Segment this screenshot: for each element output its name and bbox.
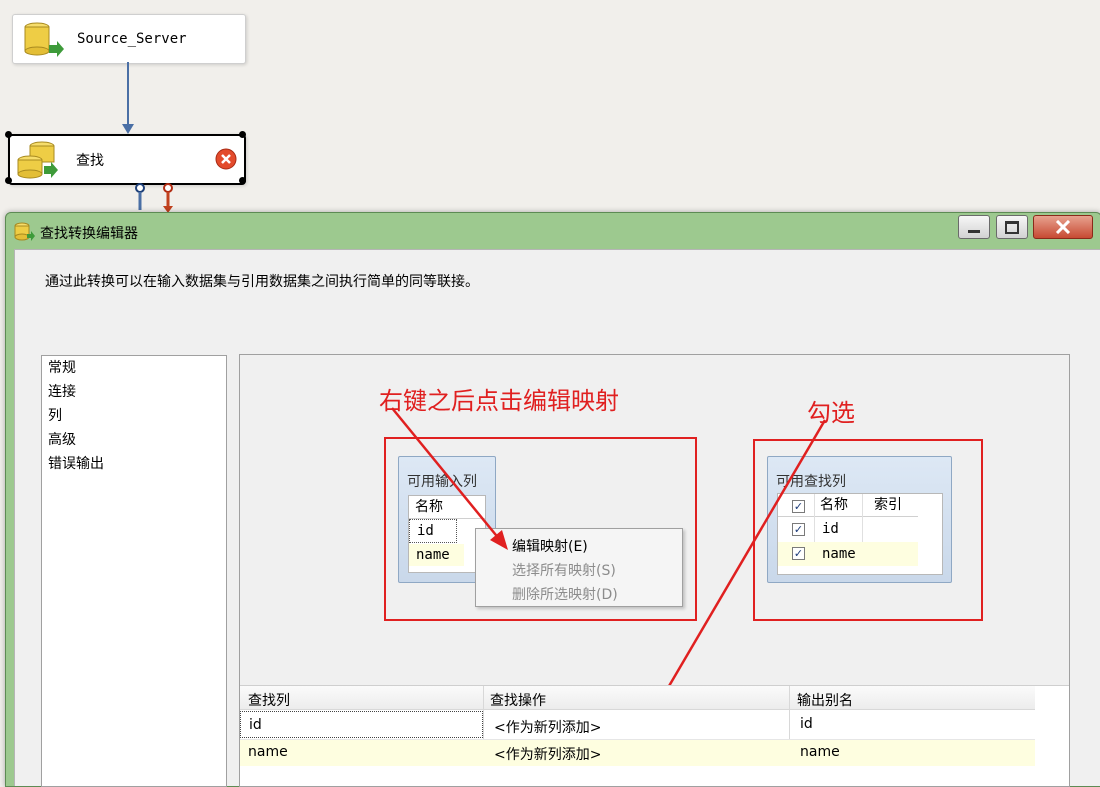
grid-header-lookup-column: 查找列 bbox=[248, 693, 290, 709]
grid-cell-output-alias[interactable]: name bbox=[800, 744, 840, 760]
grid-cell-lookup-operation[interactable]: <作为新列添加> bbox=[494, 717, 601, 737]
grid-cell-output-alias[interactable]: id bbox=[800, 716, 813, 732]
table-row[interactable]: id <作为新列添加> id bbox=[240, 711, 1035, 740]
grid-cell-lookup-operation[interactable]: <作为新列添加> bbox=[494, 744, 601, 764]
grid-cell-lookup-column[interactable]: id bbox=[240, 711, 483, 738]
mapping-grid: 查找列 查找操作 输出别名 id <作为新列添加> id name <作为新列添… bbox=[240, 685, 1069, 786]
annotation-arrows bbox=[391, 407, 827, 708]
grid-header-output-alias: 输出别名 bbox=[797, 693, 853, 709]
grid-cell-lookup-column[interactable]: name bbox=[248, 744, 288, 760]
grid-header-row: 查找列 查找操作 输出别名 bbox=[240, 686, 1035, 710]
table-row[interactable]: name <作为新列添加> name bbox=[240, 740, 1035, 766]
grid-header-lookup-operation: 查找操作 bbox=[490, 693, 546, 709]
